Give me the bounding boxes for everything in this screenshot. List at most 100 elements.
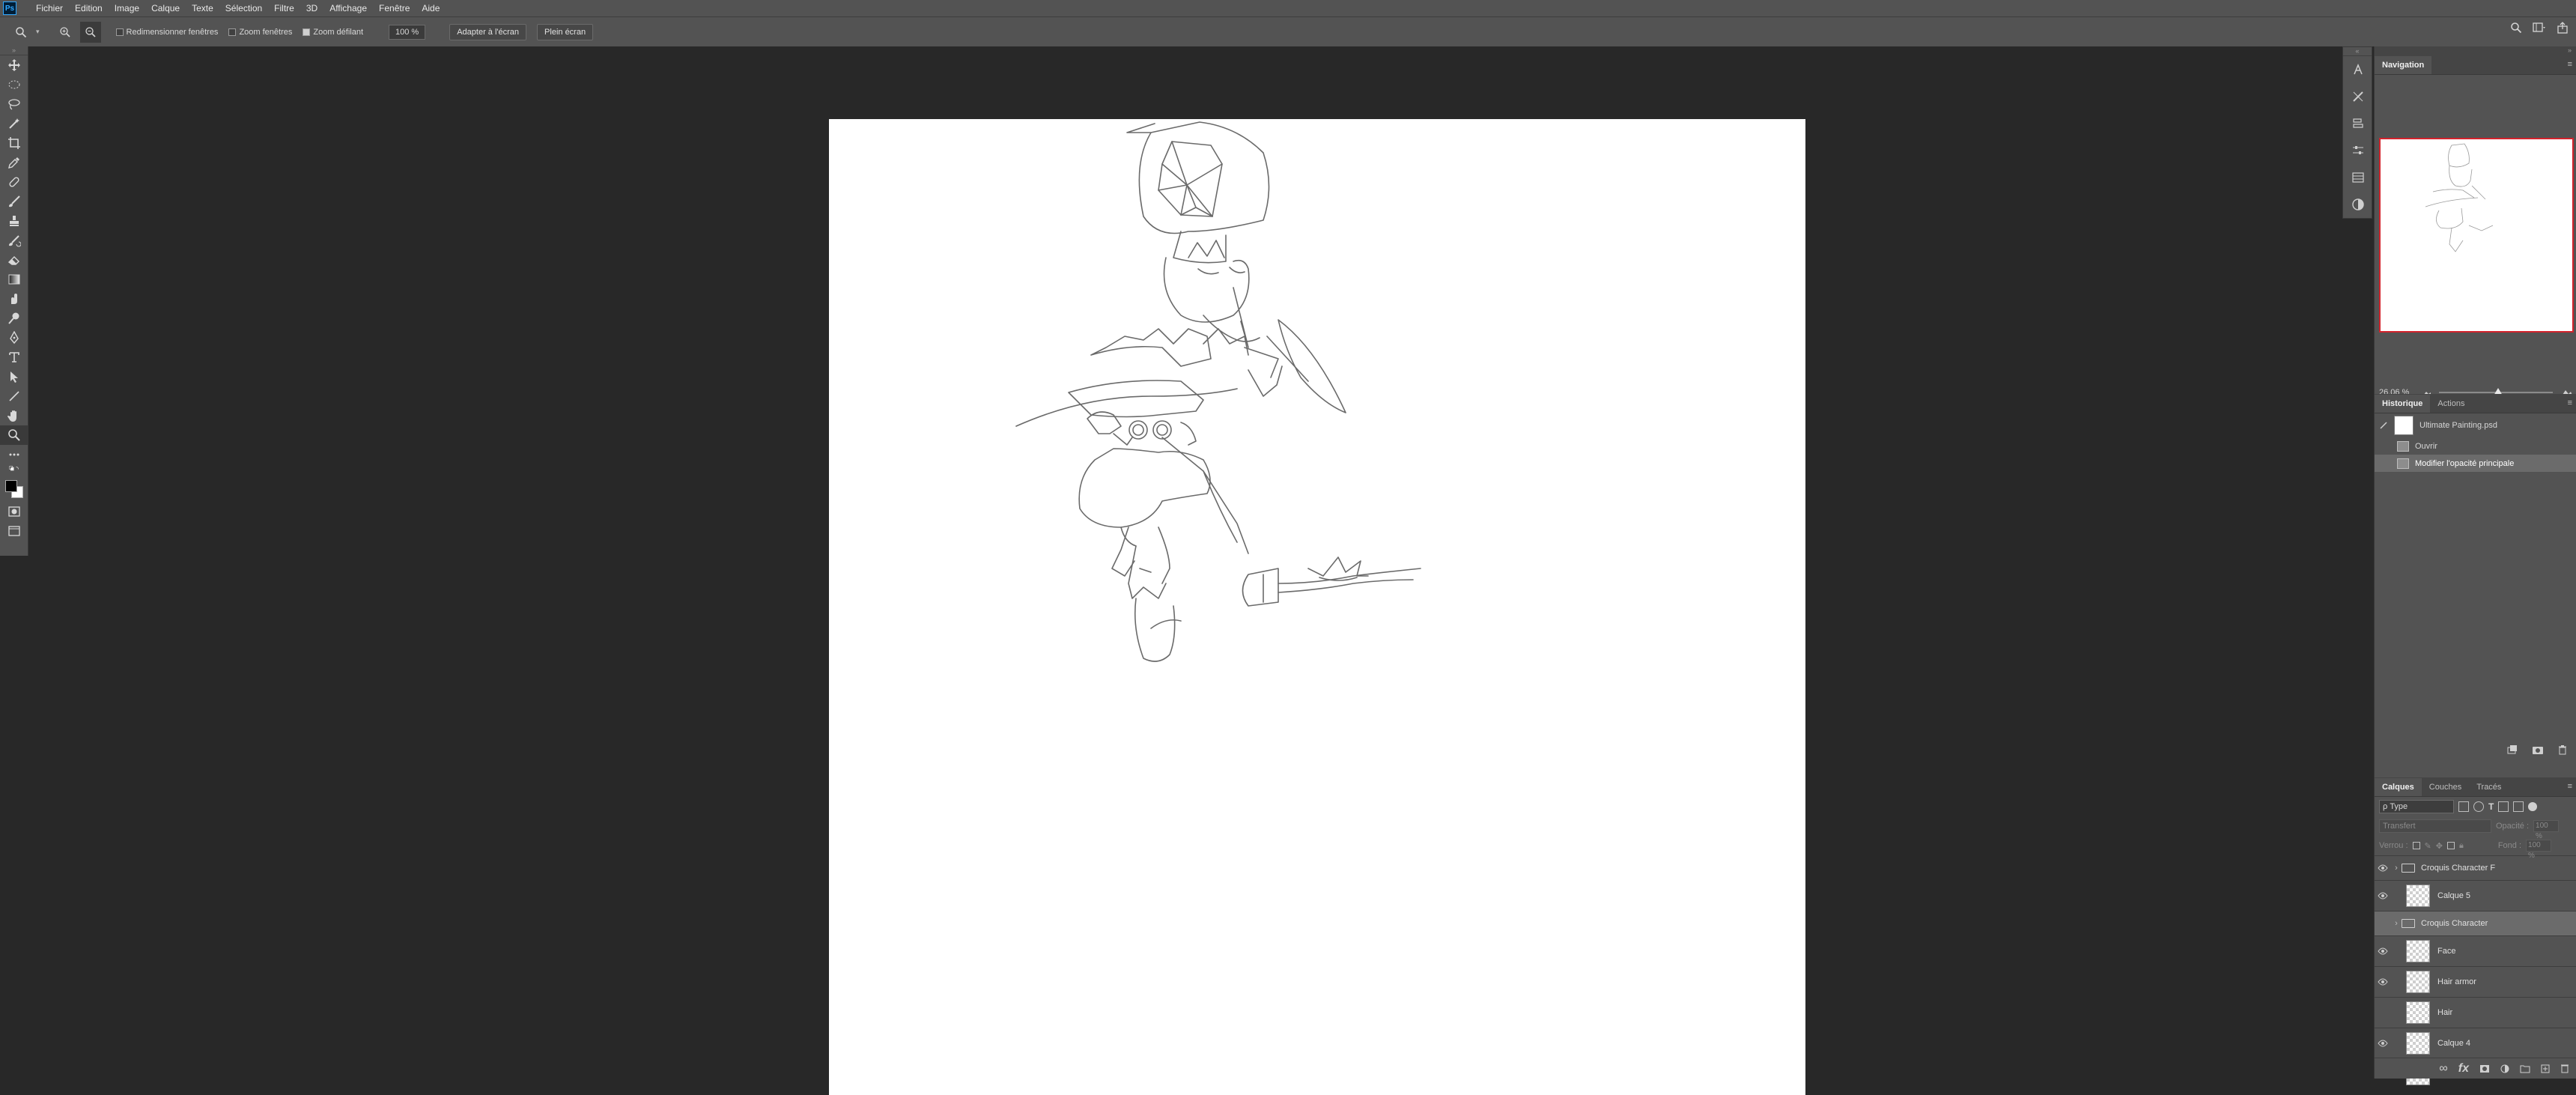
filter-type-icon[interactable]: T [2488,801,2494,812]
pen-tool-icon[interactable] [0,328,28,348]
zoom-in-icon[interactable] [55,22,76,43]
path-selection-icon[interactable] [0,367,28,386]
fill-input[interactable]: 100 % [2526,840,2552,860]
magic-wand-icon[interactable] [0,114,28,133]
menu-type[interactable]: Texte [186,0,219,16]
dodge-tool-icon[interactable] [0,309,28,328]
strip-collapse-icon[interactable]: « [2343,47,2372,56]
menu-edit[interactable]: Edition [69,0,109,16]
smudge-tool-icon[interactable] [0,289,28,309]
layer-row[interactable]: Calque 5 [2375,880,2576,911]
color-swatches[interactable] [0,476,28,502]
resize-windows-checkbox[interactable] [115,28,124,36]
lock-pixels-icon[interactable]: ✎ [2425,841,2431,851]
add-mask-icon[interactable] [2479,1064,2490,1073]
eraser-tool-icon[interactable] [0,250,28,270]
brush-settings-icon[interactable] [2343,83,2373,110]
layer-style-icon[interactable]: fx [2458,1062,2469,1076]
zoom-tool-icon[interactable] [10,22,31,43]
healing-brush-icon[interactable] [0,172,28,192]
menu-window[interactable]: Fenêtre [373,0,416,16]
default-colors-icon[interactable] [0,464,28,476]
history-snapshot[interactable]: Ultimate Painting.psd [2375,413,2576,437]
properties-icon[interactable] [2343,164,2373,191]
history-step[interactable]: Ouvrir [2375,437,2576,455]
menu-file[interactable]: Fichier [30,0,69,16]
new-group-icon[interactable] [2520,1064,2530,1073]
resize-windows-option[interactable]: Redimensionner fenêtres [115,28,218,37]
visibility-eye-icon[interactable] [2375,1040,2391,1047]
new-layer-icon[interactable] [2541,1064,2550,1073]
tab-channels[interactable]: Couches [2422,778,2469,796]
new-document-from-state-icon[interactable] [2506,744,2518,755]
group-expand-chevron-icon[interactable]: › [2391,864,2402,873]
tab-navigation[interactable]: Navigation [2375,56,2432,74]
tab-actions[interactable]: Actions [2430,395,2472,413]
share-icon[interactable] [2557,22,2569,34]
foreground-color-swatch[interactable] [5,480,17,492]
layer-row[interactable]: Hair armor [2375,966,2576,997]
delete-layer-icon[interactable] [2560,1064,2569,1073]
lock-all-icon[interactable]: 🔒︎ [2459,841,2464,851]
layer-group-row[interactable]: › Croquis Character F [2375,855,2576,880]
panel-menu-icon[interactable]: ≡ [2568,60,2572,69]
character-panel-icon[interactable] [2343,56,2373,83]
panel-menu-icon[interactable]: ≡ [2568,398,2572,407]
menu-view[interactable]: Affichage [323,0,373,16]
filter-toggle-icon[interactable] [2528,802,2538,811]
filter-smart-object-icon[interactable] [2513,801,2524,812]
menu-help[interactable]: Aide [416,0,446,16]
scrubby-zoom-option[interactable]: Zoom défilant [303,28,363,37]
layer-row[interactable]: Face [2375,935,2576,966]
more-tools-icon[interactable] [0,445,28,464]
clone-stamp-icon[interactable] [0,211,28,231]
opacity-input[interactable]: 100 % [2533,820,2560,840]
blend-mode-select[interactable]: Transfert [2379,819,2491,833]
adjustment-layer-icon[interactable] [2500,1064,2509,1073]
brush-tool-icon[interactable] [0,192,28,211]
history-step-selected[interactable]: Modifier l'opacité principale [2375,455,2576,472]
history-brush-icon[interactable] [0,231,28,250]
quick-mask-icon[interactable] [0,502,28,521]
tab-history[interactable]: Historique [2375,395,2431,413]
gradient-tool-icon[interactable] [0,270,28,289]
visibility-eye-icon[interactable] [2375,978,2391,986]
menu-filter[interactable]: Filtre [268,0,300,16]
trash-icon[interactable] [2557,744,2568,755]
tab-paths[interactable]: Tracés [2469,778,2509,796]
menu-3d[interactable]: 3D [300,0,323,16]
document-canvas[interactable] [829,119,1805,1095]
zoom-value-field[interactable]: 100 % [389,24,426,40]
layer-row[interactable]: Hair [2375,997,2576,1028]
lock-transparency-icon[interactable] [2412,842,2420,849]
adjustments-icon[interactable] [2343,137,2373,164]
move-tool-icon[interactable] [0,55,28,75]
brushes-panel-icon[interactable] [2343,110,2373,137]
visibility-eye-icon[interactable] [2375,864,2391,872]
toolbar-collapse-icon[interactable]: » [0,46,28,55]
history-brush-source-icon[interactable] [2379,421,2388,430]
filter-adjustment-icon[interactable] [2473,801,2484,812]
elliptical-marquee-icon[interactable] [0,75,28,94]
type-tool-icon[interactable] [0,348,28,367]
tab-layers[interactable]: Calques [2375,778,2422,796]
app-logo[interactable]: Ps [3,1,16,15]
lasso-tool-icon[interactable] [0,94,28,114]
visibility-eye-icon[interactable] [2375,947,2391,955]
camera-snapshot-icon[interactable] [2532,744,2544,755]
panels-collapse-icon[interactable]: » [2375,46,2576,55]
scrubby-zoom-checkbox[interactable] [303,28,311,36]
navigator-preview[interactable] [2379,138,2574,333]
menu-layer[interactable]: Calque [145,0,186,16]
layer-filter-select[interactable]: ρ Type [2379,800,2454,813]
lock-position-icon[interactable]: ✥ [2436,841,2443,851]
filter-shape-icon[interactable] [2498,801,2509,812]
layer-group-row[interactable]: › Croquis Character [2375,911,2576,935]
zoom-tool-icon[interactable] [0,425,28,445]
group-expand-chevron-icon[interactable]: › [2391,919,2402,928]
menu-image[interactable]: Image [109,0,145,16]
visibility-eye-icon[interactable] [2375,892,2391,900]
full-screen-button[interactable]: Plein écran [537,23,594,40]
filter-pixel-icon[interactable] [2458,801,2469,812]
zoom-windows-option[interactable]: Zoom fenêtres [228,28,292,37]
